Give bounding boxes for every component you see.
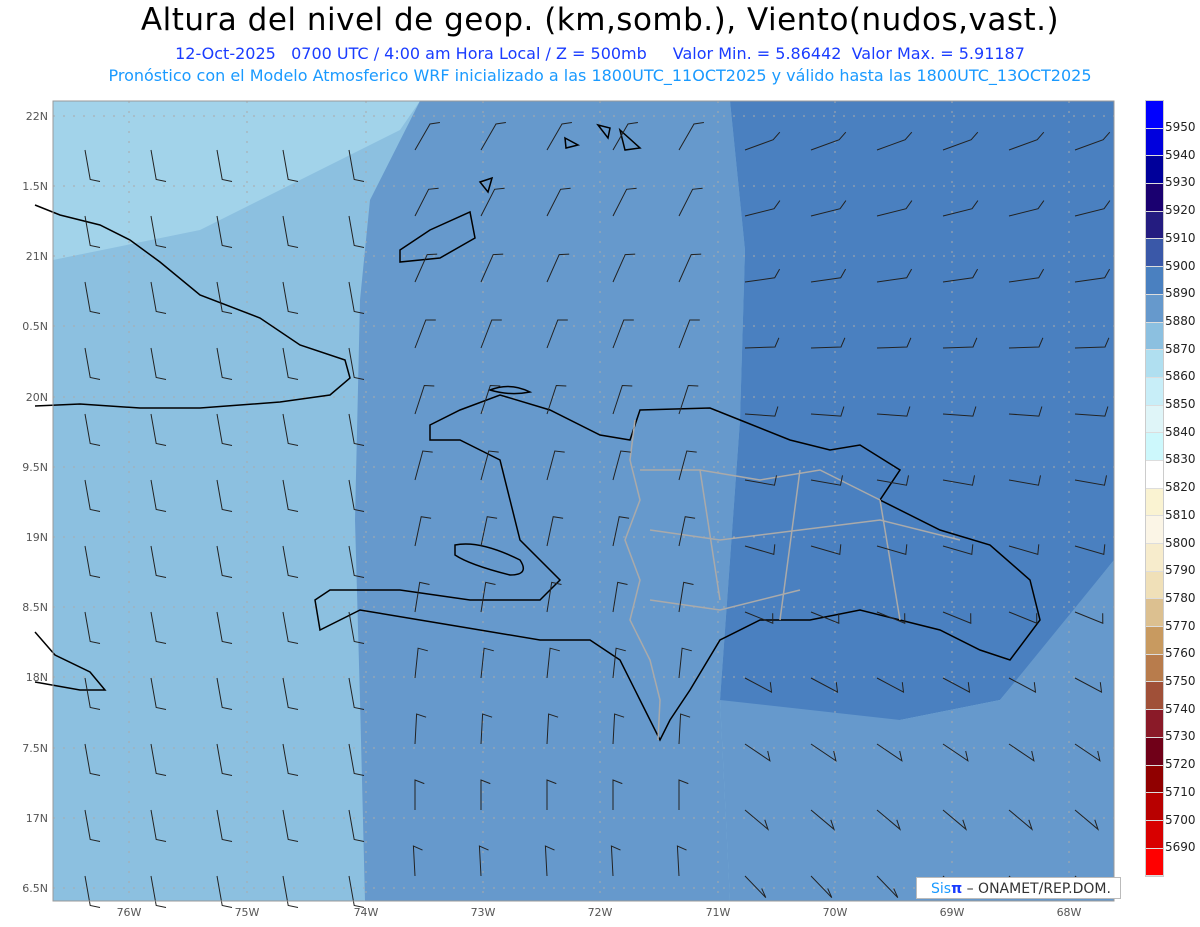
- colorbar-swatch: [1146, 460, 1163, 489]
- colorbar: [1145, 100, 1164, 878]
- colorbar-swatch: [1146, 267, 1163, 295]
- lat-label: 18N: [26, 671, 48, 684]
- colorbar-swatch: [1146, 654, 1163, 683]
- colorbar-swatch: [1146, 488, 1163, 517]
- lat-label: 19N: [26, 531, 48, 544]
- credit-box: Sisπ – ONAMET/REP.DOM.: [916, 877, 1121, 899]
- lon-label: 73W: [471, 906, 496, 919]
- colorbar-label: 5730: [1165, 729, 1196, 744]
- colorbar-swatch: [1146, 156, 1163, 185]
- credit-sis: Sis: [931, 881, 952, 897]
- lon-label: 68W: [1057, 906, 1082, 919]
- colorbar-label: 5840: [1165, 424, 1196, 439]
- colorbar-label: 5800: [1165, 535, 1196, 550]
- colorbar-label: 5770: [1165, 618, 1196, 633]
- colorbar-swatch: [1146, 793, 1163, 821]
- lon-label: 72W: [588, 906, 613, 919]
- colorbar-swatch: [1146, 294, 1163, 323]
- lat-label: 21N: [26, 250, 48, 263]
- colorbar-label: 5830: [1165, 452, 1196, 467]
- geopotential-map: 76W 75W 74W 73W 72W 71W 70W 69W 68W 22N …: [22, 100, 1115, 919]
- lon-label: 74W: [354, 906, 379, 919]
- colorbar-swatch: [1146, 239, 1163, 268]
- colorbar-label: 5690: [1165, 840, 1196, 855]
- colorbar-swatch: [1146, 322, 1163, 351]
- colorbar-label: 5930: [1165, 175, 1196, 190]
- colorbar-swatch: [1146, 184, 1163, 212]
- colorbar-label: 5810: [1165, 507, 1196, 522]
- colorbar-swatch: [1146, 211, 1163, 240]
- colorbar-swatch: [1146, 516, 1163, 544]
- pi-logo: π: [951, 881, 963, 897]
- lon-label: 70W: [823, 906, 848, 919]
- colorbar-swatch: [1146, 405, 1163, 434]
- colorbar-label: 5740: [1165, 701, 1196, 716]
- lon-label: 75W: [235, 906, 260, 919]
- colorbar-swatch: [1146, 737, 1163, 766]
- colorbar-swatch: [1146, 820, 1163, 849]
- colorbar-swatch: [1146, 101, 1163, 129]
- colorbar-label: 5890: [1165, 286, 1196, 301]
- lat-label: 22N: [26, 110, 48, 123]
- colorbar-label: 5920: [1165, 203, 1196, 218]
- colorbar-swatch: [1146, 433, 1163, 461]
- lon-label: 76W: [117, 906, 142, 919]
- colorbar-swatch: [1146, 682, 1163, 711]
- colorbar-label: 5950: [1165, 120, 1196, 134]
- colorbar-swatch: [1146, 571, 1163, 600]
- colorbar-label: 5720: [1165, 757, 1196, 772]
- colorbar-label: 5900: [1165, 258, 1196, 273]
- colorbar-label: 5790: [1165, 563, 1196, 578]
- colorbar-swatch: [1146, 627, 1163, 655]
- colorbar-swatch: [1146, 848, 1163, 877]
- colorbar-swatch: [1146, 599, 1163, 628]
- lat-label: 17N: [26, 812, 48, 825]
- colorbar-label: 5780: [1165, 590, 1196, 605]
- colorbar-label: 5850: [1165, 397, 1196, 411]
- colorbar-swatch: [1146, 710, 1163, 738]
- lat-label: 8.5N: [22, 601, 48, 614]
- colorbar-swatch: [1146, 350, 1163, 378]
- colorbar-label: 5710: [1165, 784, 1196, 799]
- colorbar-label: 5860: [1165, 369, 1196, 384]
- lat-label: 9.5N: [22, 461, 48, 474]
- colorbar-label: 5820: [1165, 480, 1196, 495]
- colorbar-label: 5940: [1165, 147, 1196, 162]
- lat-label: 0.5N: [22, 320, 48, 333]
- lat-label: 6.5N: [22, 882, 48, 895]
- colorbar-label: 5910: [1165, 230, 1196, 245]
- lat-label: 7.5N: [22, 742, 48, 755]
- credit-org: – ONAMET/REP.DOM.: [962, 881, 1111, 897]
- lon-label: 71W: [706, 906, 731, 919]
- colorbar-label: 5870: [1165, 341, 1196, 356]
- colorbar-label: 5700: [1165, 812, 1196, 827]
- lat-label: 1.5N: [22, 180, 48, 193]
- lon-label: 69W: [940, 906, 965, 919]
- colorbar-label: 5880: [1165, 313, 1196, 328]
- colorbar-swatch: [1146, 377, 1163, 406]
- colorbar-swatch: [1146, 765, 1163, 794]
- colorbar-swatch: [1146, 544, 1163, 572]
- colorbar-label: 5760: [1165, 646, 1196, 661]
- colorbar-swatch: [1146, 128, 1163, 157]
- colorbar-label: 5750: [1165, 674, 1196, 688]
- lat-label: 20N: [26, 391, 48, 404]
- shade-5890: [720, 101, 1114, 720]
